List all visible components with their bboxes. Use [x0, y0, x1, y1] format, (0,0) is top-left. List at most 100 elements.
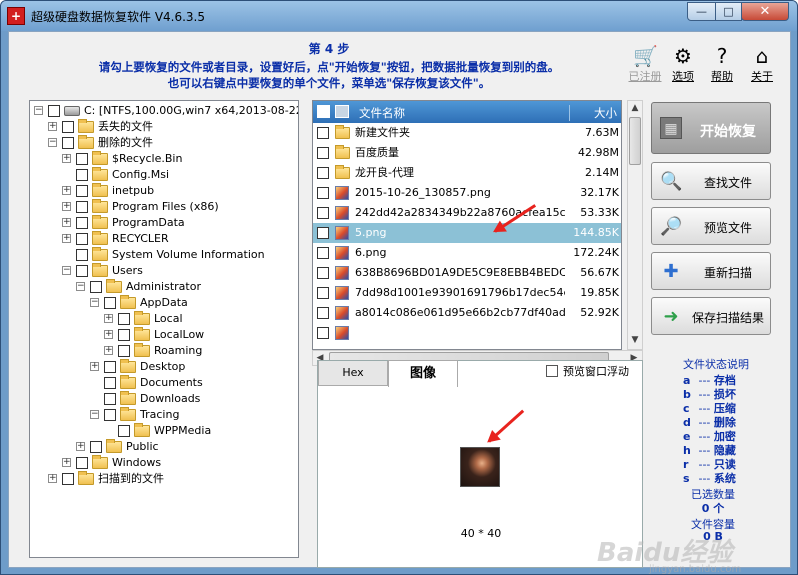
title-bar[interactable]: + 超级硬盘数据恢复软件 V4.6.3.5 — □ ✕ [1, 1, 797, 31]
expand-icon[interactable]: + [62, 186, 71, 195]
find-file-button[interactable]: 🔍 查找文件 [651, 162, 771, 200]
expand-icon[interactable]: + [62, 458, 71, 467]
collapse-icon[interactable]: − [90, 298, 99, 307]
scroll-thumb[interactable] [629, 117, 641, 165]
tree-checkbox[interactable] [76, 457, 88, 469]
tree-checkbox[interactable] [104, 361, 116, 373]
maximize-button[interactable]: □ [715, 2, 742, 21]
save-scan-result-button[interactable]: ➜ 保存扫描结果 [651, 297, 771, 335]
file-checkbox[interactable] [317, 287, 329, 299]
column-header-size[interactable]: 大小 [569, 105, 621, 121]
file-checkbox[interactable] [317, 327, 329, 339]
baidu-watermark-url: jingyan.baidu.com [649, 564, 742, 575]
expand-icon[interactable]: + [104, 314, 113, 323]
expand-icon[interactable]: + [62, 218, 71, 227]
file-row[interactable]: 百度质量 42.98M [313, 143, 621, 163]
expand-icon[interactable]: + [76, 442, 85, 451]
expand-icon[interactable]: + [62, 234, 71, 243]
scroll-down-arrow-icon[interactable]: ▼ [628, 333, 642, 347]
top-icon-0[interactable]: 🛒 已注册 [625, 44, 665, 84]
file-row[interactable]: 6.png 172.24K [313, 243, 621, 263]
top-icon-3[interactable]: ⌂ 关于 [742, 44, 782, 84]
collapse-icon[interactable]: − [48, 138, 57, 147]
tree-checkbox[interactable] [90, 441, 102, 453]
legend-item: h --- 隐藏 [683, 442, 736, 457]
expand-icon[interactable]: + [48, 122, 57, 131]
tree-checkbox[interactable] [62, 121, 74, 133]
expand-icon[interactable]: + [104, 346, 113, 355]
tree-checkbox[interactable] [62, 473, 74, 485]
tree-checkbox[interactable] [76, 265, 88, 277]
tree-checkbox[interactable] [76, 169, 88, 181]
tree-checkbox[interactable] [104, 297, 116, 309]
file-size: 144.85K [573, 226, 619, 239]
file-checkbox[interactable] [317, 147, 329, 159]
file-status-legend: 文件状态说明 a --- 存档 b --- 损坏 c --- 压缩 d --- 删除 e… [649, 356, 783, 543]
tree-checkbox[interactable] [90, 281, 102, 293]
file-checkbox[interactable] [317, 127, 329, 139]
file-list[interactable]: 文件名称 大小 新建文件夹 7.63M 百度质量 42.98M 龙开良-代理 2.14M 2… [312, 100, 622, 350]
file-checkbox[interactable] [317, 307, 329, 319]
file-checkbox[interactable] [317, 187, 329, 199]
tree-checkbox[interactable] [118, 345, 130, 357]
start-recovery-button[interactable]: ▦ 开始恢复 [651, 102, 771, 154]
file-checkbox[interactable] [317, 167, 329, 179]
tree-checkbox[interactable] [76, 201, 88, 213]
expand-icon[interactable]: + [104, 330, 113, 339]
tree-checkbox[interactable] [118, 313, 130, 325]
tree-checkbox[interactable] [104, 393, 116, 405]
legend-desc: 系统 [713, 472, 736, 485]
tab-image[interactable]: 图像 [388, 360, 458, 387]
minimize-button[interactable]: — [687, 2, 716, 21]
file-row[interactable]: 638B8696BD01A9DE5C9E8EBB4BEDC15B 56.67K [313, 263, 621, 283]
tree-checkbox[interactable] [76, 233, 88, 245]
tree-checkbox[interactable] [76, 185, 88, 197]
file-row[interactable] [313, 323, 621, 343]
close-button[interactable]: ✕ [741, 2, 789, 21]
collapse-icon[interactable]: − [90, 410, 99, 419]
tree-checkbox[interactable] [48, 105, 60, 117]
folder-icon [92, 247, 108, 261]
tree-checkbox[interactable] [76, 217, 88, 229]
file-checkbox[interactable] [317, 267, 329, 279]
expand-icon[interactable]: + [62, 154, 71, 163]
file-row[interactable]: 5.png 144.85K [313, 223, 621, 243]
file-row[interactable]: 新建文件夹 7.63M [313, 123, 621, 143]
float-preview-checkbox[interactable] [546, 365, 558, 377]
collapse-icon[interactable]: − [34, 106, 43, 115]
file-name: 638B8696BD01A9DE5C9E8EBB4BEDC15B [355, 266, 565, 279]
directory-tree[interactable]: − C: [NTFS,100.00G,win7 x64,2013-08-22] + 丢… [29, 100, 299, 558]
file-row[interactable]: 7dd98d1001e93901691796b17dec54e736 19.85K [313, 283, 621, 303]
scroll-up-arrow-icon[interactable]: ▲ [628, 101, 642, 115]
file-checkbox[interactable] [317, 247, 329, 259]
top-icon-2[interactable]: ? 帮助 [702, 44, 742, 84]
file-row[interactable]: 龙开良-代理 2.14M [313, 163, 621, 183]
tree-checkbox[interactable] [118, 329, 130, 341]
rescan-button[interactable]: ✚ 重新扫描 [651, 252, 771, 290]
top-icon-1[interactable]: ⚙ 选项 [663, 44, 703, 84]
tab-hex[interactable]: Hex [318, 361, 388, 386]
tree-checkbox[interactable] [118, 425, 130, 437]
file-row[interactable]: 242dd42a2834349b22a8760acfea15ce37 53.33K [313, 203, 621, 223]
expand-icon[interactable]: + [90, 362, 99, 371]
file-list-vertical-scrollbar[interactable]: ▲ ▼ [627, 100, 643, 350]
select-all-checkbox[interactable] [317, 105, 330, 118]
collapse-icon[interactable]: − [76, 282, 85, 291]
tree-checkbox[interactable] [62, 137, 74, 149]
file-row[interactable]: a8014c086e061d95e66b2cb77df40ad162 52.92K [313, 303, 621, 323]
file-name: 6.png [355, 246, 387, 259]
tree-checkbox[interactable] [76, 249, 88, 261]
preview-file-button[interactable]: 🔎 预览文件 [651, 207, 771, 245]
file-row[interactable]: 2015-10-26_130857.png 32.17K [313, 183, 621, 203]
tree-checkbox[interactable] [76, 153, 88, 165]
collapse-icon[interactable]: − [62, 266, 71, 275]
folder-icon [78, 135, 94, 149]
column-header-name[interactable]: 文件名称 [359, 105, 405, 121]
expand-icon[interactable]: + [62, 202, 71, 211]
tree-checkbox[interactable] [104, 377, 116, 389]
file-checkbox[interactable] [317, 207, 329, 219]
expand-icon[interactable]: + [48, 474, 57, 483]
column-icon-header [335, 105, 349, 118]
tree-checkbox[interactable] [104, 409, 116, 421]
file-checkbox[interactable] [317, 227, 329, 239]
